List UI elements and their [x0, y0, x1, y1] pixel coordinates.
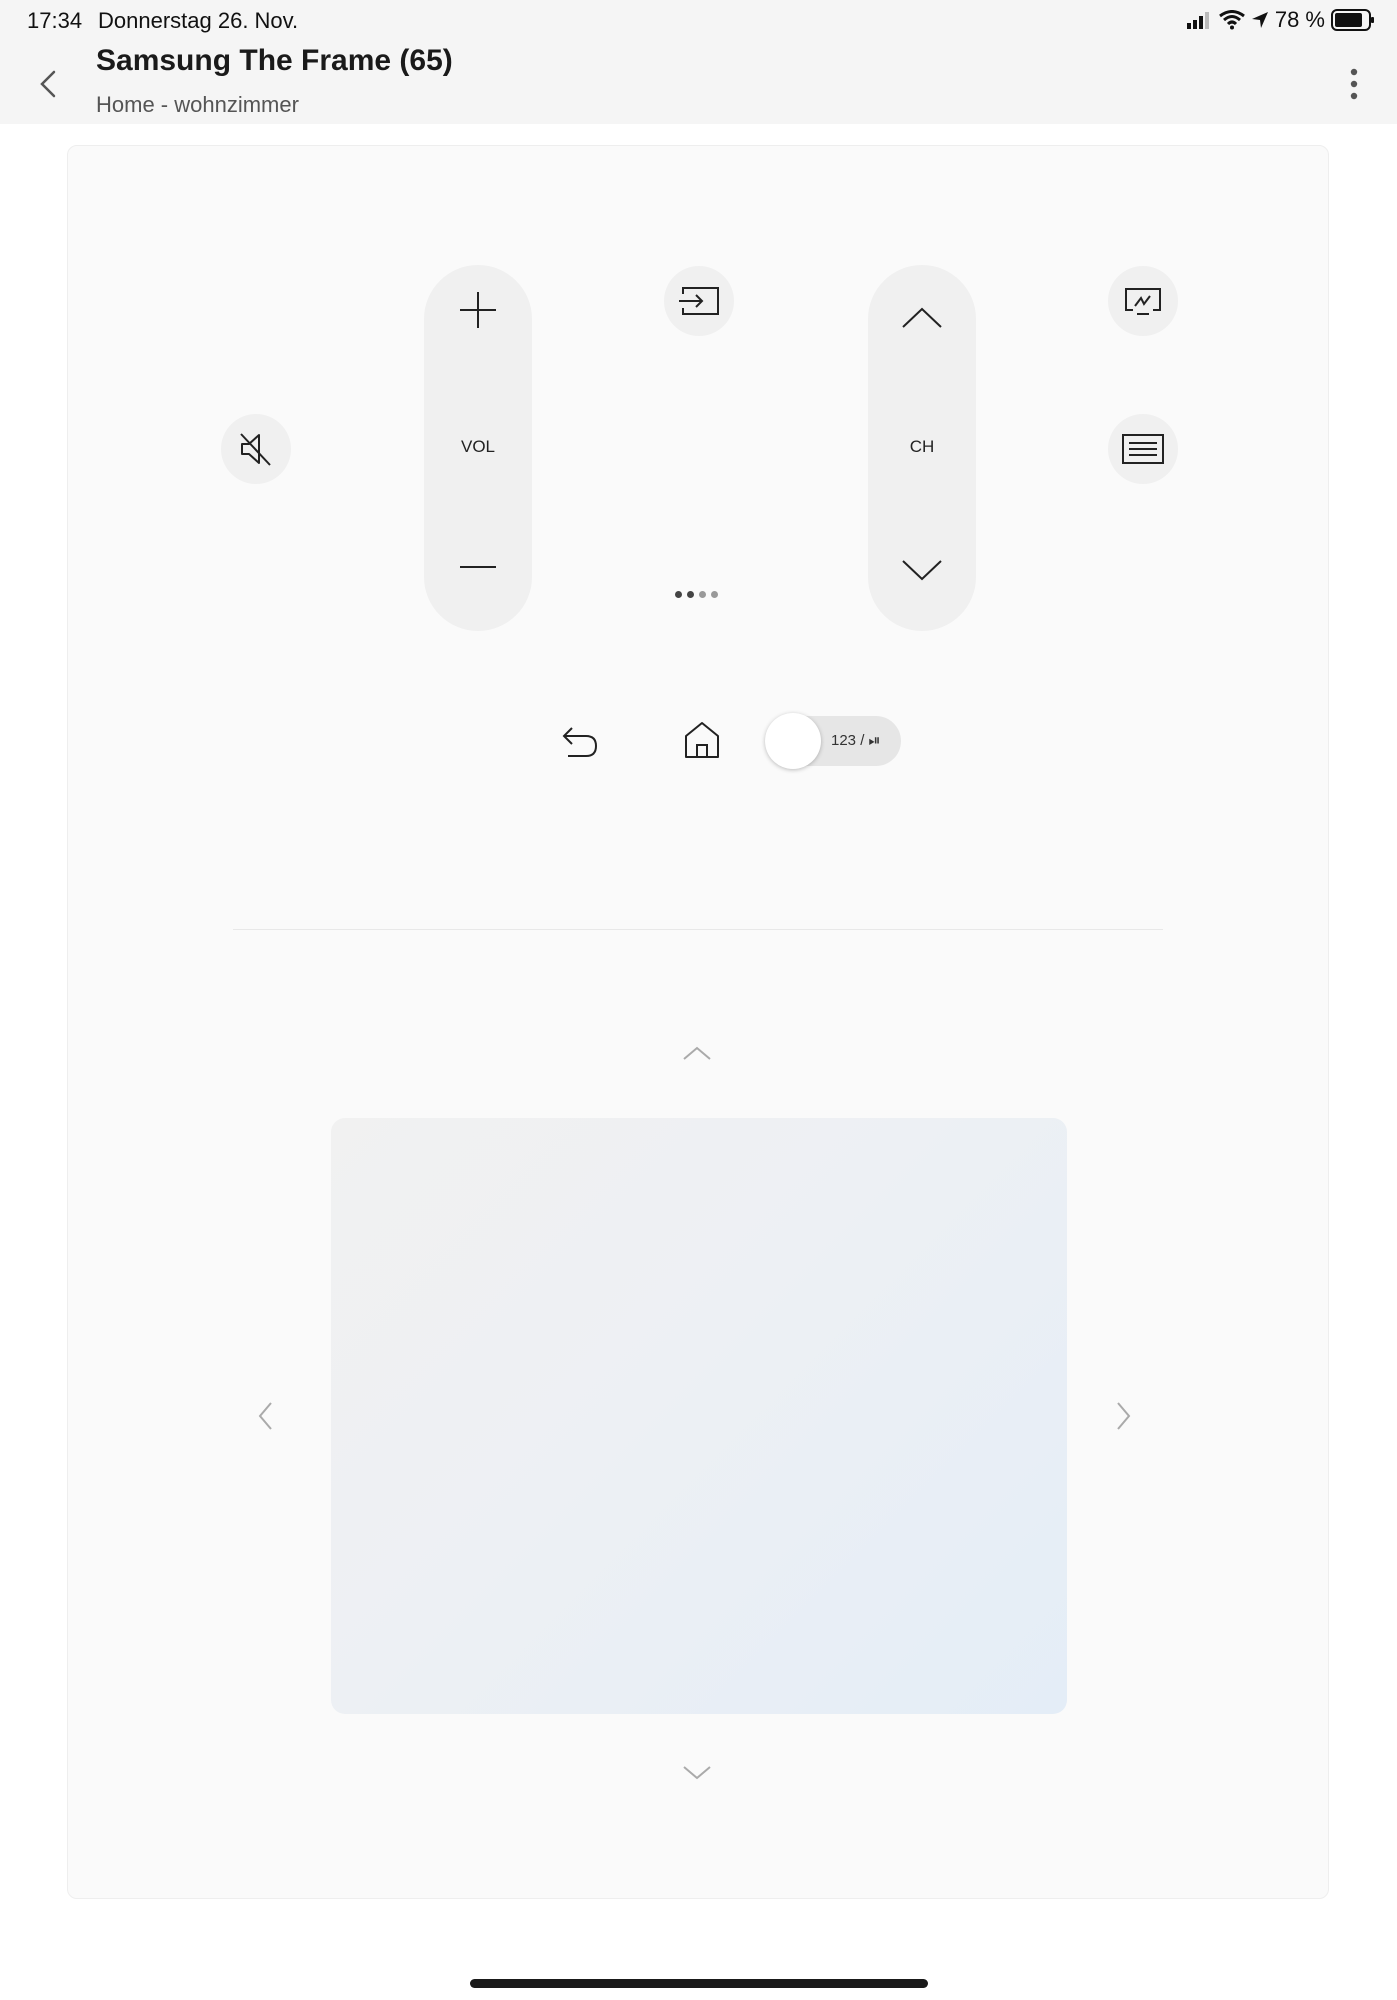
app-header: Samsung The Frame (65) Home - wohnzimmer [0, 40, 1397, 124]
status-indicators: 78 % [1186, 6, 1375, 34]
guide-button[interactable] [1108, 414, 1178, 484]
page-dot [675, 591, 682, 598]
home-indicator[interactable] [470, 1979, 928, 1988]
wifi-icon [1218, 10, 1245, 30]
home-icon [683, 720, 721, 760]
touchpad-left-button[interactable] [248, 1391, 282, 1441]
signal-icon [1186, 11, 1213, 29]
screen-mirror-icon [1123, 286, 1163, 316]
status-bar: 17:34 Donnerstag 26. Nov. 78 % [0, 0, 1397, 40]
return-button[interactable] [550, 712, 610, 772]
toggle-knob [765, 713, 821, 769]
remote-card: VOL CH 123 / ⏯ [67, 145, 1329, 1899]
status-time: 17:34 [27, 8, 83, 33]
mute-icon [236, 429, 276, 469]
channel-up-button[interactable] [868, 273, 976, 363]
page-indicator [675, 591, 718, 598]
return-icon [560, 725, 600, 759]
page-dot [711, 591, 718, 598]
page-subtitle: Home - wohnzimmer [96, 92, 299, 117]
chevron-up-icon [901, 306, 943, 330]
screen-mirror-button[interactable] [1108, 266, 1178, 336]
battery-icon [1331, 9, 1375, 31]
section-divider [233, 929, 1163, 930]
chevron-up-icon [682, 1045, 712, 1061]
volume-control: VOL [424, 265, 532, 631]
touchpad-right-button[interactable] [1107, 1391, 1141, 1441]
page-dot [687, 591, 694, 598]
more-vertical-icon [1349, 67, 1359, 101]
mute-button[interactable] [221, 414, 291, 484]
back-button[interactable] [26, 62, 70, 106]
number-playback-toggle[interactable]: 123 / ⏯ [765, 713, 901, 769]
more-options-button[interactable] [1332, 62, 1376, 106]
home-button[interactable] [672, 710, 732, 770]
source-button[interactable] [664, 266, 734, 336]
channel-label: CH [909, 437, 935, 456]
chevron-down-icon [901, 558, 943, 582]
touchpad[interactable] [331, 1118, 1067, 1714]
channel-control: CH [868, 265, 976, 631]
chevron-left-icon [37, 69, 59, 99]
page-dot [699, 591, 706, 598]
touchpad-down-button[interactable] [672, 1758, 722, 1788]
toggle-label: 123 / ⏯ [831, 732, 881, 749]
location-icon [1251, 11, 1269, 29]
volume-label: VOL [460, 437, 496, 456]
chevron-left-icon [257, 1401, 273, 1431]
volume-up-button[interactable] [424, 265, 532, 355]
chevron-right-icon [1116, 1401, 1132, 1431]
status-date: Donnerstag 26. Nov. [98, 8, 299, 33]
battery-percent: 78 % [1274, 7, 1325, 32]
touchpad-up-button[interactable] [672, 1038, 722, 1068]
minus-icon [458, 565, 498, 569]
chevron-down-icon [682, 1765, 712, 1781]
channel-down-button[interactable] [868, 525, 976, 615]
volume-down-button[interactable] [424, 522, 532, 612]
page-title: Samsung The Frame (65) [96, 44, 453, 77]
guide-icon [1121, 433, 1165, 465]
plus-icon [458, 290, 498, 330]
source-icon [677, 285, 721, 317]
